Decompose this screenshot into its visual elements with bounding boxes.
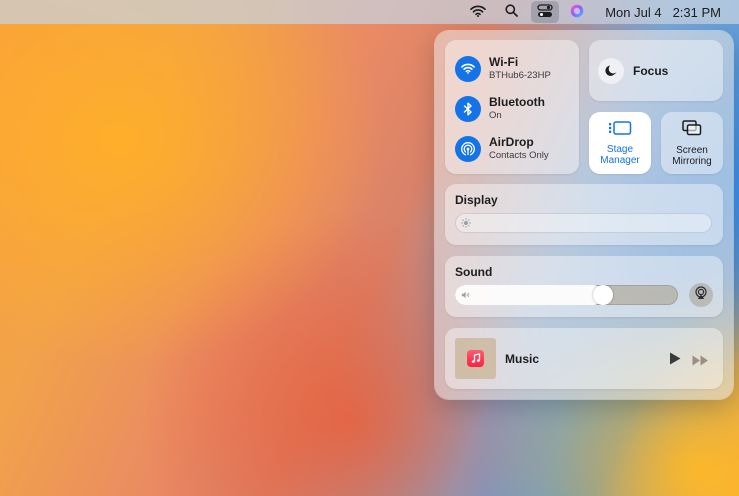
airdrop-icon (455, 135, 481, 162)
wifi-toggle[interactable]: Wi-Fi BTHub6-23HP (455, 55, 551, 82)
wifi-icon (455, 55, 481, 82)
fast-forward-icon (692, 353, 709, 370)
bluetooth-toggle[interactable]: Bluetooth On (455, 95, 545, 122)
control-center-icon (537, 3, 553, 21)
wifi-title: Wi-Fi (489, 55, 519, 69)
airplay-audio-button[interactable] (689, 283, 713, 307)
moon-icon (598, 57, 624, 84)
menubar-date[interactable]: Mon Jul 4 (605, 5, 661, 20)
wifi-icon (470, 4, 487, 20)
stage-manager-label: Stage Manager (600, 144, 639, 166)
stage-manager-icon (608, 120, 632, 140)
screen-mirroring-label-line-1: Screen (676, 144, 708, 156)
speaker-icon (461, 290, 471, 300)
volume-slider[interactable] (455, 285, 678, 305)
music-app-icon (467, 350, 484, 367)
album-artwork (455, 338, 496, 379)
play-button[interactable] (669, 352, 681, 370)
sound-title: Sound (455, 265, 493, 279)
airdrop-toggle[interactable]: AirDrop Contacts Only (455, 135, 549, 162)
menubar-control-center[interactable] (531, 1, 560, 23)
stage-manager-label-line-2: Manager (600, 154, 640, 166)
menubar-time[interactable]: 2:31 PM (673, 5, 721, 20)
fast-forward-button[interactable] (692, 353, 709, 371)
airdrop-title: AirDrop (489, 135, 534, 149)
screen-mirroring-button[interactable]: Screen Mirroring (661, 112, 723, 174)
play-icon (669, 352, 681, 369)
screen-mirroring-label-line-2: Mirroring (672, 155, 712, 167)
menubar-spotlight[interactable] (499, 1, 524, 23)
menu-bar: Mon Jul 4 2:31 PM (0, 0, 739, 24)
bluetooth-icon (455, 95, 481, 122)
display-title: Display (455, 193, 498, 207)
control-center-panel: Wi-Fi BTHub6-23HP Bluetooth On AirDrop C… (435, 31, 733, 399)
screen-mirroring-icon (682, 119, 702, 141)
airdrop-status: Contacts Only (489, 150, 549, 161)
volume-slider-fill (455, 285, 603, 305)
menubar-siri[interactable] (564, 1, 590, 23)
brightness-slider[interactable] (455, 213, 712, 233)
bluetooth-status: On (489, 110, 502, 121)
network-tile: Wi-Fi BTHub6-23HP Bluetooth On AirDrop C… (445, 40, 579, 174)
menubar-wifi[interactable] (464, 1, 492, 23)
focus-tile[interactable]: Focus (589, 40, 723, 101)
stage-manager-toggle[interactable]: Stage Manager (589, 112, 651, 174)
siri-icon (570, 4, 584, 21)
stage-manager-label-line-1: Stage (606, 143, 634, 155)
screen-mirroring-label: Screen Mirroring (672, 145, 711, 167)
volume-slider-knob[interactable] (593, 285, 613, 305)
wifi-network-name: BTHub6-23HP (489, 70, 551, 81)
sun-icon (461, 218, 471, 228)
bluetooth-title: Bluetooth (489, 95, 545, 109)
search-icon (505, 4, 519, 20)
focus-label: Focus (633, 63, 669, 78)
now-playing-app-label: Music (505, 352, 540, 366)
airplay-audio-icon (694, 285, 708, 305)
now-playing-tile[interactable]: Music (445, 328, 723, 389)
display-tile: Display (445, 184, 723, 245)
sound-tile: Sound (445, 256, 723, 317)
desktop-wallpaper: Mon Jul 4 2:31 PM Wi-Fi BTHub6-23HP Blue… (0, 0, 739, 496)
